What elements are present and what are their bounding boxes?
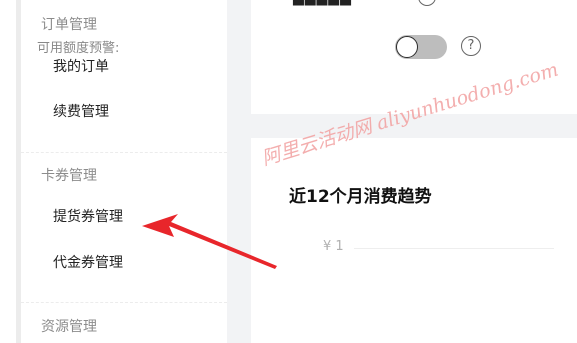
sidebar-divider [21, 302, 227, 303]
sidebar-group-orders: 订单管理 [41, 17, 97, 33]
sidebar-item-pickup-coupons[interactable]: 提货券管理 [53, 206, 123, 226]
help-icon[interactable]: ? [461, 36, 481, 56]
chart-grid-line [354, 248, 554, 249]
sidebar-divider [21, 152, 227, 153]
chart-title: 近12个月消费趋势 [289, 187, 432, 207]
spending-trend-card [251, 138, 577, 343]
quota-warning-label: 可用额度预警: [37, 41, 120, 56]
sidebar-item-my-orders[interactable]: 我的订单 [53, 56, 109, 76]
left-edge-strip [0, 0, 21, 343]
y-axis-tick-label: ¥ 1 [323, 239, 344, 254]
sidebar-item-cash-vouchers[interactable]: 代金券管理 [53, 252, 123, 272]
cut-off-row-text: ▇▇▇▇▇ [293, 0, 352, 6]
page: 订单管理 我的订单 续费管理 卡券管理 提货券管理 代金券管理 资源管理 ▇▇▇… [0, 0, 577, 343]
sidebar-item-renewal[interactable]: 续费管理 [53, 101, 109, 121]
sidebar-group-resources: 资源管理 [41, 319, 97, 335]
quota-warning-toggle[interactable] [395, 35, 447, 59]
sidebar-group-vouchers: 卡券管理 [41, 168, 97, 184]
toggle-knob [396, 36, 418, 58]
